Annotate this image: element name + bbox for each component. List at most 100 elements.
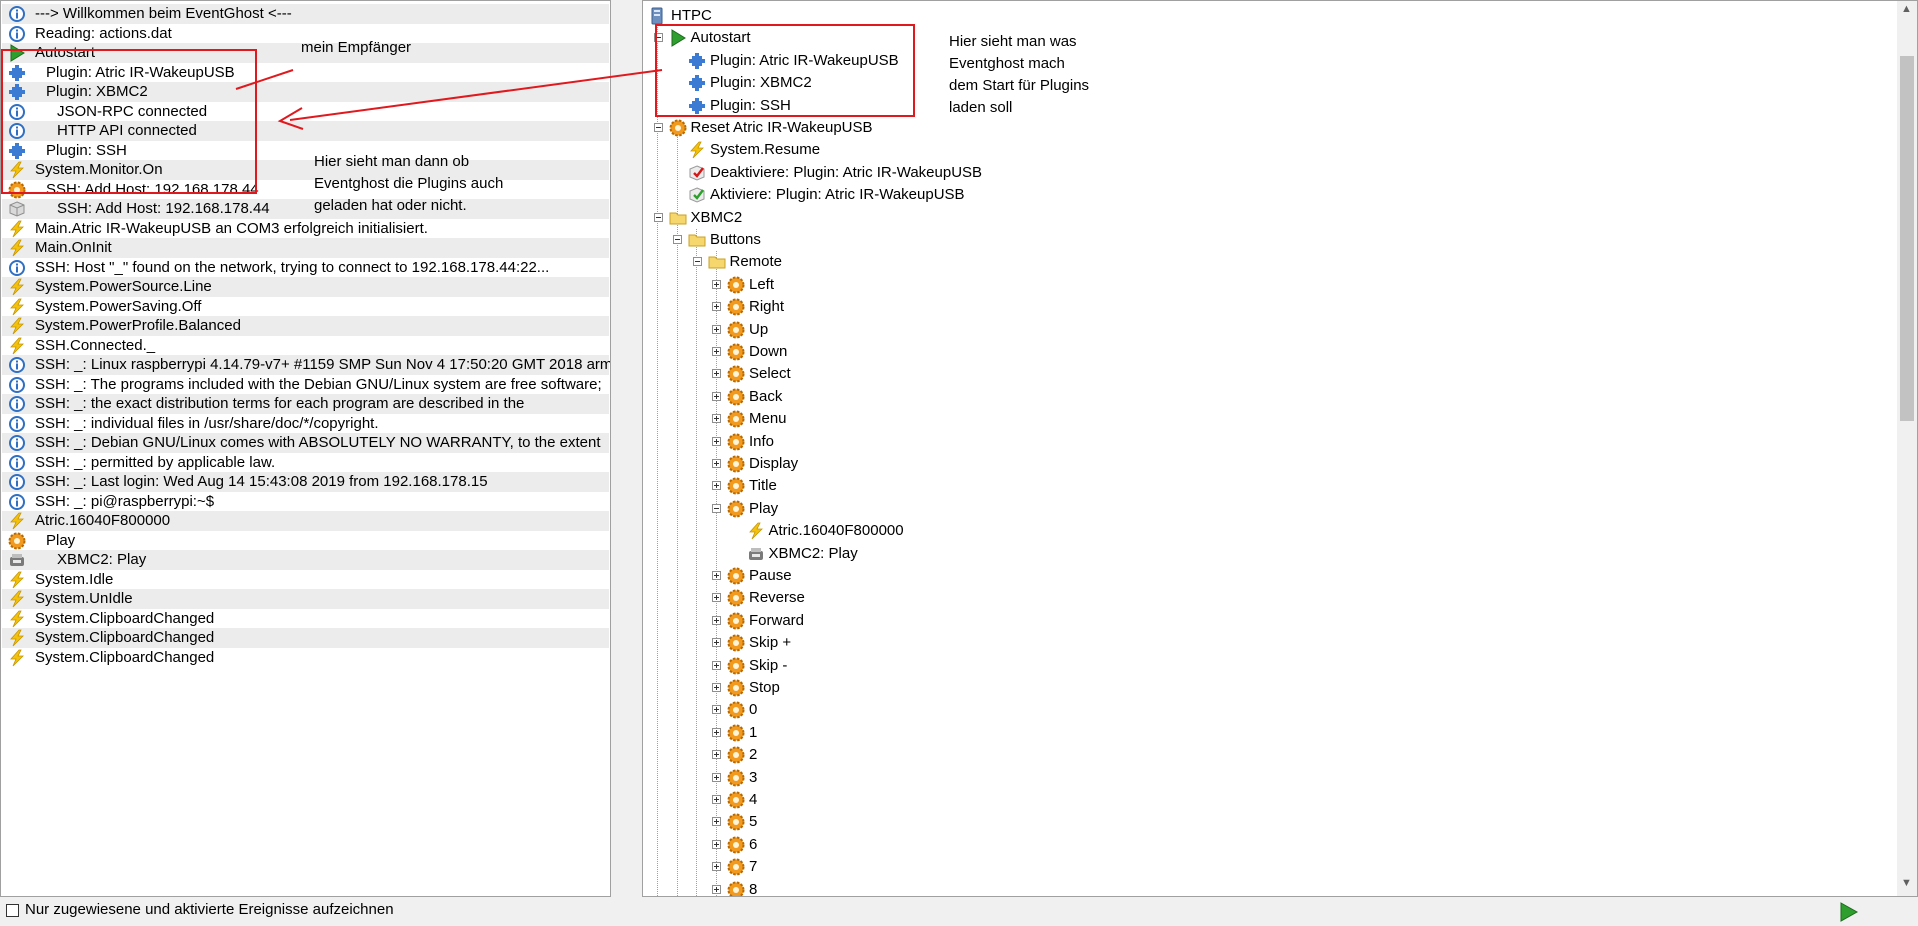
- scroll-up-icon[interactable]: ▲: [1901, 3, 1912, 15]
- expand-icon[interactable]: [712, 279, 721, 289]
- log-entry[interactable]: System.ClipboardChanged: [2, 628, 609, 648]
- tree-node[interactable]: Forward: [643, 610, 1883, 632]
- log-entry[interactable]: Main.OnInit: [2, 238, 609, 258]
- log-entry[interactable]: SSH: _: the exact distribution terms for…: [2, 394, 609, 414]
- log-entry[interactable]: System.Idle: [2, 570, 609, 590]
- tree-node[interactable]: Aktiviere: Plugin: Atric IR-WakeupUSB: [643, 184, 1883, 206]
- tree-node[interactable]: 6: [643, 834, 1883, 856]
- tree-node[interactable]: XBMC2: [643, 207, 1883, 229]
- expand-icon[interactable]: [712, 727, 721, 737]
- collapse-icon[interactable]: [692, 257, 702, 267]
- tree-node[interactable]: 2: [643, 744, 1883, 766]
- tree-node[interactable]: Skip -: [643, 655, 1883, 677]
- run-play-icon[interactable]: [1838, 901, 1860, 923]
- scrollbar-thumb[interactable]: [1900, 56, 1914, 421]
- tree-node[interactable]: 0: [643, 699, 1883, 721]
- log-entry[interactable]: SSH: _: individual files in /usr/share/d…: [2, 414, 609, 434]
- record-filter-label[interactable]: Nur zugewiesene und aktivierte Ereigniss…: [25, 901, 394, 918]
- collapse-icon[interactable]: [712, 503, 721, 513]
- expand-icon[interactable]: [712, 347, 721, 356]
- expand-icon[interactable]: [712, 884, 721, 894]
- scroll-down-icon[interactable]: ▼: [1901, 877, 1912, 889]
- log-entry[interactable]: Atric.16040F800000: [2, 511, 609, 531]
- tree-node[interactable]: XBMC2: Play: [643, 543, 1883, 565]
- configuration-tree-panel[interactable]: ▲ ▼ HTPC Autostart Plugin: Atric IR-Wakeup…: [642, 0, 1918, 897]
- log-entry[interactable]: System.PowerProfile.Balanced: [2, 316, 609, 336]
- tree-node[interactable]: Back: [643, 386, 1883, 408]
- collapse-icon[interactable]: [673, 235, 682, 244]
- expand-icon[interactable]: [712, 571, 721, 580]
- log-entry[interactable]: System.ClipboardChanged: [2, 648, 609, 668]
- tree-node[interactable]: Skip +: [643, 632, 1883, 654]
- tree-vertical-scrollbar[interactable]: ▲ ▼: [1897, 1, 1917, 896]
- log-entry[interactable]: System.PowerSaving.Off: [2, 297, 609, 317]
- log-entry[interactable]: SSH: _: Last login: Wed Aug 14 15:43:08 …: [2, 472, 609, 492]
- expand-icon[interactable]: [712, 459, 721, 468]
- log-entry[interactable]: Main.Atric IR-WakeupUSB an COM3 erfolgre…: [2, 219, 609, 239]
- expand-icon[interactable]: [712, 638, 721, 648]
- tree-node[interactable]: 5: [643, 811, 1883, 833]
- tree-node[interactable]: Buttons: [643, 229, 1883, 251]
- tree-node[interactable]: 7: [643, 856, 1883, 878]
- tree-node[interactable]: Pause: [643, 565, 1883, 587]
- log-entry[interactable]: SSH: _: pi@raspberrypi:~$: [2, 492, 609, 512]
- expand-icon[interactable]: [712, 414, 721, 424]
- collapse-icon[interactable]: [653, 212, 663, 222]
- log-entry[interactable]: System.PowerSource.Line: [2, 277, 609, 297]
- log-entry[interactable]: System.UnIdle: [2, 589, 609, 609]
- tree-node[interactable]: Reset Atric IR-WakeupUSB: [643, 117, 1883, 139]
- tree-node[interactable]: 3: [643, 767, 1883, 789]
- expand-icon[interactable]: [712, 481, 721, 491]
- log-entry[interactable]: XBMC2: Play: [2, 550, 609, 570]
- log-entry[interactable]: SSH: _: permitted by applicable law.: [2, 453, 609, 473]
- expand-icon[interactable]: [712, 683, 721, 692]
- tree-node[interactable]: Select: [643, 363, 1883, 385]
- log-entry[interactable]: SSH: _: Linux raspberrypi 4.14.79-v7+ #1…: [2, 355, 610, 375]
- tree-node[interactable]: Deaktiviere: Plugin: Atric IR-WakeupUSB: [643, 162, 1883, 184]
- expand-icon[interactable]: [712, 839, 721, 849]
- expand-icon[interactable]: [712, 302, 721, 312]
- log-entry[interactable]: SSH: Add Host: 192.168.178.44: [2, 199, 609, 219]
- expand-icon[interactable]: [712, 660, 721, 670]
- tree-node[interactable]: Display: [643, 453, 1883, 475]
- log-entry[interactable]: SSH: _: The programs included with the D…: [2, 375, 609, 395]
- autostart-annotation: Hier sieht man was Eventghost mach dem S…: [949, 33, 1090, 116]
- tree-node[interactable]: 1: [643, 722, 1883, 744]
- log-entry[interactable]: Play: [2, 531, 609, 551]
- log-entry[interactable]: SSH.Connected._: [2, 336, 609, 356]
- expand-icon[interactable]: [712, 817, 721, 827]
- tree-node[interactable]: Info: [643, 431, 1883, 453]
- tree-node[interactable]: 8: [643, 879, 1883, 896]
- expand-icon[interactable]: [712, 795, 721, 804]
- tree-node[interactable]: Reverse: [643, 587, 1883, 609]
- tree-node[interactable]: Remote: [643, 251, 1883, 273]
- expand-icon[interactable]: [712, 705, 721, 715]
- pane-splitter[interactable]: [611, 0, 642, 897]
- expand-icon[interactable]: [712, 862, 721, 872]
- expand-icon[interactable]: [712, 615, 721, 625]
- expand-icon[interactable]: [712, 750, 721, 760]
- expand-icon[interactable]: [712, 369, 721, 379]
- expand-icon[interactable]: [712, 772, 721, 782]
- expand-icon[interactable]: [712, 436, 721, 446]
- tree-node[interactable]: Left: [643, 274, 1883, 296]
- tree-node[interactable]: 4: [643, 789, 1883, 811]
- expand-icon[interactable]: [712, 324, 721, 334]
- tree-node[interactable]: System.Resume: [643, 139, 1883, 161]
- tree-node[interactable]: Up: [643, 319, 1883, 341]
- tree-node[interactable]: Down: [643, 341, 1883, 363]
- expand-icon[interactable]: [712, 593, 721, 603]
- record-filter-checkbox[interactable]: [6, 904, 19, 917]
- tree-node[interactable]: Stop: [643, 677, 1883, 699]
- log-entry[interactable]: ---> Willkommen beim EventGhost <---: [2, 4, 609, 24]
- log-entry[interactable]: SSH: _: Debian GNU/Linux comes with ABSO…: [2, 433, 609, 453]
- tree-node[interactable]: Right: [643, 296, 1883, 318]
- tree-node[interactable]: Atric.16040F800000: [643, 520, 1883, 542]
- collapse-icon[interactable]: [653, 123, 663, 132]
- tree-node[interactable]: Play: [643, 498, 1883, 520]
- tree-node[interactable]: Menu: [643, 408, 1883, 430]
- tree-node[interactable]: Title: [643, 475, 1883, 497]
- expand-icon[interactable]: [712, 391, 721, 401]
- log-entry[interactable]: SSH: Host "_" found on the network, tryi…: [2, 258, 609, 278]
- log-entry[interactable]: System.ClipboardChanged: [2, 609, 609, 629]
